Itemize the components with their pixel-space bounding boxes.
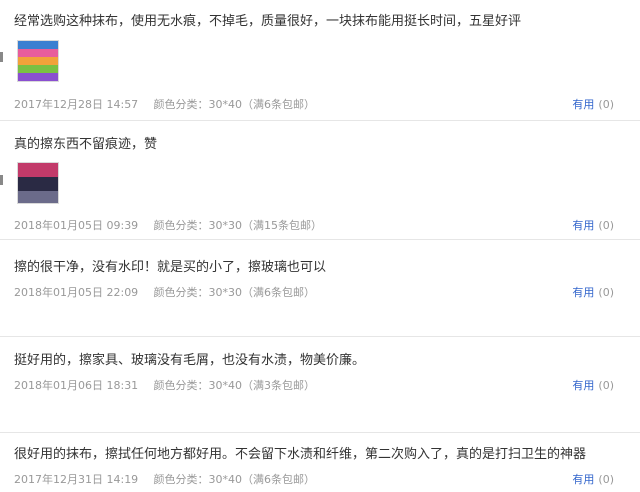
review-sku: 颜色分类：30*40（满6条包邮）	[153, 98, 316, 111]
review-text: 很好用的抹布，擦拭任何地方都好用。不会留下水渍和纤维，第二次购入了，真的是打扫卫…	[14, 447, 587, 462]
scroll-edge-marker	[0, 52, 3, 62]
useful-label[interactable]: 有用	[572, 98, 594, 111]
useful-label[interactable]: 有用	[572, 379, 594, 392]
useful-count: (0)	[598, 286, 614, 299]
useful-button[interactable]: 有用 (0)	[572, 284, 614, 300]
review-item: 经常选购这种抹布，使用无水痕，不掉毛，质量很好，一块抹布能用挺长时间，五星好评 …	[0, 0, 640, 121]
useful-count: (0)	[598, 98, 614, 111]
useful-count: (0)	[598, 379, 614, 392]
useful-label[interactable]: 有用	[572, 219, 594, 232]
review-date: 2018年01月05日 22:09	[14, 286, 139, 299]
useful-label[interactable]: 有用	[572, 286, 594, 299]
review-meta: 2018年01月05日 22:09 颜色分类：30*30（满6条包邮）	[14, 284, 315, 300]
review-meta: 2018年01月05日 09:39 颜色分类：30*30（满15条包邮）	[14, 217, 322, 233]
useful-button[interactable]: 有用 (0)	[572, 96, 614, 112]
useful-count: (0)	[598, 219, 614, 232]
useful-button[interactable]: 有用 (0)	[572, 377, 614, 393]
review-sku: 颜色分类：30*30（满6条包邮）	[153, 286, 316, 299]
review-item: 擦的很干净，没有水印！就是买的小了，擦玻璃也可以 2018年01月05日 22:…	[0, 240, 640, 337]
review-text: 经常选购这种抹布，使用无水痕，不掉毛，质量很好，一块抹布能用挺长时间，五星好评	[14, 14, 522, 29]
review-date: 2017年12月31日 14:19	[14, 473, 139, 486]
review-text: 挺好用的，擦家具、玻璃没有毛屑，也没有水渍，物美价廉。	[14, 353, 366, 368]
review-sku: 颜色分类：30*40（满6条包邮）	[153, 473, 316, 486]
review-meta: 2017年12月28日 14:57 颜色分类：30*40（满6条包邮）	[14, 96, 315, 112]
review-photo-thumbnail[interactable]	[17, 40, 59, 82]
review-date: 2017年12月28日 14:57	[14, 98, 139, 111]
review-sku: 颜色分类：30*40（满3条包邮）	[153, 379, 316, 392]
review-item: 很好用的抹布，擦拭任何地方都好用。不会留下水渍和纤维，第二次购入了，真的是打扫卫…	[0, 433, 640, 492]
review-item: 真的擦东西不留痕迹，赞 2018年01月05日 09:39 颜色分类：30*30…	[0, 121, 640, 240]
review-text: 擦的很干净，没有水印！就是买的小了，擦玻璃也可以	[14, 260, 327, 275]
useful-label[interactable]: 有用	[572, 473, 594, 486]
review-meta: 2018年01月06日 18:31 颜色分类：30*40（满3条包邮）	[14, 377, 315, 393]
review-photo-thumbnail[interactable]	[17, 162, 59, 204]
review-sku: 颜色分类：30*30（满15条包邮）	[153, 219, 323, 232]
review-meta: 2017年12月31日 14:19 颜色分类：30*40（满6条包邮）	[14, 471, 315, 487]
review-text: 真的擦东西不留痕迹，赞	[14, 137, 158, 152]
scroll-edge-marker	[0, 175, 3, 185]
useful-count: (0)	[598, 473, 614, 486]
review-item: 挺好用的，擦家具、玻璃没有毛屑，也没有水渍，物美价廉。 2018年01月06日 …	[0, 337, 640, 433]
review-date: 2018年01月06日 18:31	[14, 379, 139, 392]
useful-button[interactable]: 有用 (0)	[572, 217, 614, 233]
useful-button[interactable]: 有用 (0)	[572, 471, 614, 487]
review-date: 2018年01月05日 09:39	[14, 219, 139, 232]
